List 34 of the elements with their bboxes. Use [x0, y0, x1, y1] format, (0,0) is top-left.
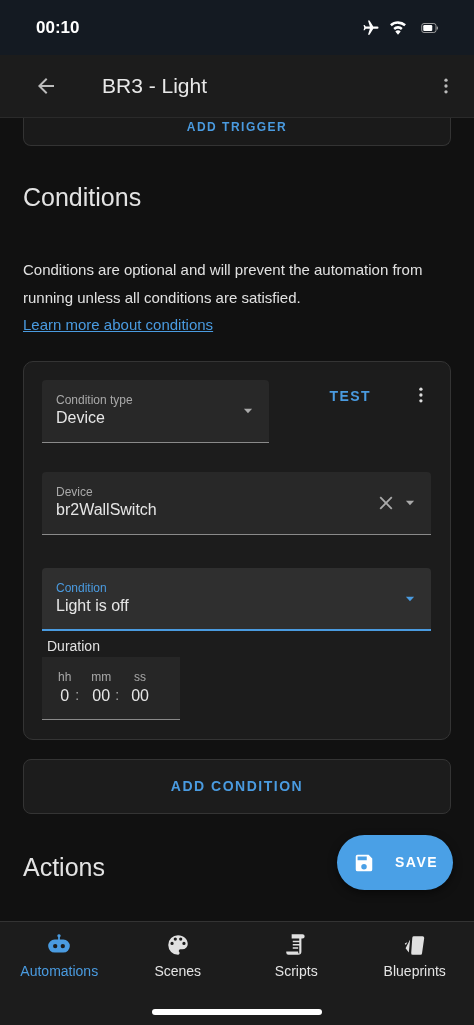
unit-label: mm [91, 669, 112, 685]
nav-tab[interactable]: Automations [0, 932, 119, 982]
unit-label: hh [58, 669, 72, 685]
field-label: Condition [56, 580, 108, 595]
description-text: Conditions are optional and will prevent the automation from running unless all conditions are satisfied. [23, 260, 424, 308]
add-trigger-button[interactable]: ADD TRIGGER [178, 118, 296, 134]
unit-label: ss [134, 669, 147, 685]
field-label: Duration [47, 637, 101, 655]
airplane-icon [362, 18, 380, 37]
time-separator: : [115, 685, 120, 705]
section-heading: Actions [23, 852, 105, 882]
dropdown-field[interactable]: Device br2WallSwitch [42, 472, 431, 535]
field-label: Device [56, 485, 94, 499]
field-value: Device [56, 408, 106, 428]
field-label: Condition type [56, 393, 134, 407]
nav-tab[interactable]: Scenes [118, 932, 237, 982]
test-button[interactable]: TEST [321, 382, 380, 411]
wifi-icon [388, 18, 408, 37]
clock-time: 00:10 [36, 16, 80, 39]
nav-tab[interactable]: Blueprints [355, 932, 474, 982]
dropdown-field[interactable]: Condition type Device [42, 380, 270, 443]
time-value: 00 [92, 686, 111, 706]
learn-more-link[interactable]: Learn more about conditions [23, 316, 214, 333]
page-title: BR3 - Light [102, 73, 209, 100]
dropdown-field[interactable]: Condition Light is off [42, 568, 431, 631]
add-condition-button[interactable]: ADD CONDITION [23, 759, 451, 814]
duration-field[interactable]: hh 0 : mm 00 : ss 00 [42, 657, 180, 720]
time-value: 0 [60, 686, 70, 706]
field-value: br2WallSwitch [56, 500, 158, 520]
time-value: 00 [131, 686, 149, 706]
field-value: Light is off [56, 595, 130, 616]
section-heading: Conditions [23, 182, 143, 212]
nav-tab[interactable]: Scripts [237, 932, 356, 982]
time-separator: : [75, 685, 80, 705]
